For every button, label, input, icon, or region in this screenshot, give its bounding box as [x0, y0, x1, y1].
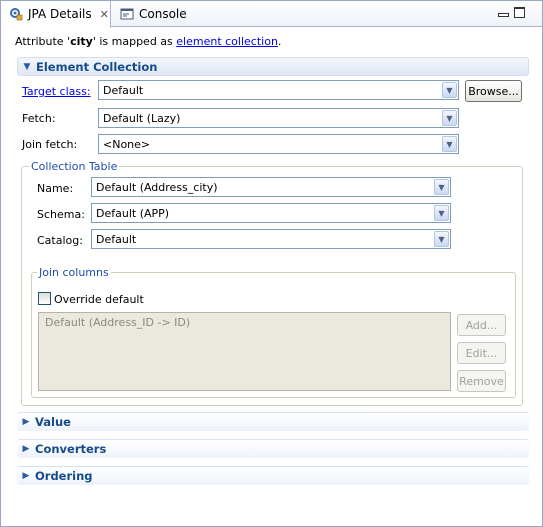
console-icon	[120, 7, 134, 21]
section-converters[interactable]: ▶ Converters	[17, 439, 529, 458]
override-default-checkbox[interactable]	[38, 292, 51, 305]
table-name-combo[interactable]: Default (Address_city) ▼	[91, 177, 451, 197]
maximize-icon[interactable]	[514, 7, 525, 18]
collapsed-triangle-icon: ▶	[22, 444, 30, 454]
schema-combo[interactable]: Default (APP) ▼	[91, 203, 451, 223]
combo-value: <None>	[103, 137, 151, 151]
element-collection-link[interactable]: element collection	[176, 35, 278, 48]
target-class-link[interactable]: Target class:	[22, 85, 91, 98]
tab-console[interactable]: Console	[118, 1, 187, 27]
section-element-collection[interactable]: ▼ Element Collection	[17, 57, 529, 76]
chevron-down-icon: ▼	[442, 82, 457, 98]
jpa-details-view: JPA Details ✕ Console Attribute 'city' i…	[0, 0, 543, 527]
section-title: Element Collection	[36, 59, 158, 74]
section-ordering[interactable]: ▶ Ordering	[17, 466, 529, 485]
close-icon[interactable]: ✕	[100, 8, 109, 21]
chevron-down-icon: ▼	[434, 179, 449, 195]
expanded-triangle-icon: ▼	[23, 61, 31, 72]
combo-value: Default (Lazy)	[103, 111, 181, 125]
attribute-name: city	[70, 35, 93, 48]
combo-value: Default	[96, 232, 137, 246]
list-item[interactable]: Default (Address_ID -> ID)	[45, 316, 444, 329]
combo-value: Default (APP)	[96, 206, 170, 220]
info-prefix: Attribute '	[15, 35, 71, 48]
target-class-combo[interactable]: Default ▼	[98, 80, 459, 100]
combo-value: Default	[103, 83, 144, 97]
section-title: Value	[35, 415, 71, 429]
tab-label: Console	[139, 7, 187, 21]
section-value[interactable]: ▶ Value	[17, 412, 529, 431]
fetch-combo[interactable]: Default (Lazy) ▼	[98, 108, 459, 128]
collapsed-triangle-icon: ▶	[22, 471, 30, 481]
join-fetch-label: Join fetch:	[22, 138, 78, 151]
catalog-combo[interactable]: Default ▼	[91, 229, 451, 249]
override-default-label: Override default	[54, 293, 144, 306]
info-suffix: .	[277, 35, 282, 48]
tab-label: JPA Details	[28, 7, 92, 21]
collection-table-title: Collection Table	[29, 160, 120, 173]
view-tab-bar: JPA Details ✕ Console	[1, 1, 542, 28]
collapsed-triangle-icon: ▶	[22, 417, 30, 427]
browse-button[interactable]: Browse...	[465, 80, 522, 102]
chevron-down-icon: ▼	[442, 136, 457, 152]
minimize-icon[interactable]	[498, 13, 509, 17]
add-button[interactable]: Add...	[457, 314, 506, 336]
info-middle: ' is mapped as	[92, 35, 177, 48]
chevron-down-icon: ▼	[442, 110, 457, 126]
schema-label: Schema:	[37, 208, 85, 221]
combo-value: Default (Address_city)	[96, 180, 218, 194]
join-columns-list[interactable]: Default (Address_ID -> ID)	[38, 312, 451, 391]
catalog-label: Catalog:	[37, 234, 83, 247]
chevron-down-icon: ▼	[434, 231, 449, 247]
edit-button[interactable]: Edit...	[457, 342, 506, 364]
fetch-label: Fetch:	[22, 112, 56, 125]
section-title: Converters	[35, 442, 107, 456]
mapping-info: Attribute 'city' is mapped as element co…	[15, 35, 281, 48]
join-fetch-combo[interactable]: <None> ▼	[98, 134, 459, 154]
name-label: Name:	[37, 182, 74, 195]
jpa-details-icon	[9, 7, 23, 21]
join-columns-title: Join columns	[37, 266, 111, 279]
chevron-down-icon: ▼	[434, 205, 449, 221]
section-title: Ordering	[35, 469, 93, 483]
tab-jpa-details[interactable]: JPA Details ✕	[1, 1, 111, 28]
remove-button[interactable]: Remove	[457, 370, 506, 392]
